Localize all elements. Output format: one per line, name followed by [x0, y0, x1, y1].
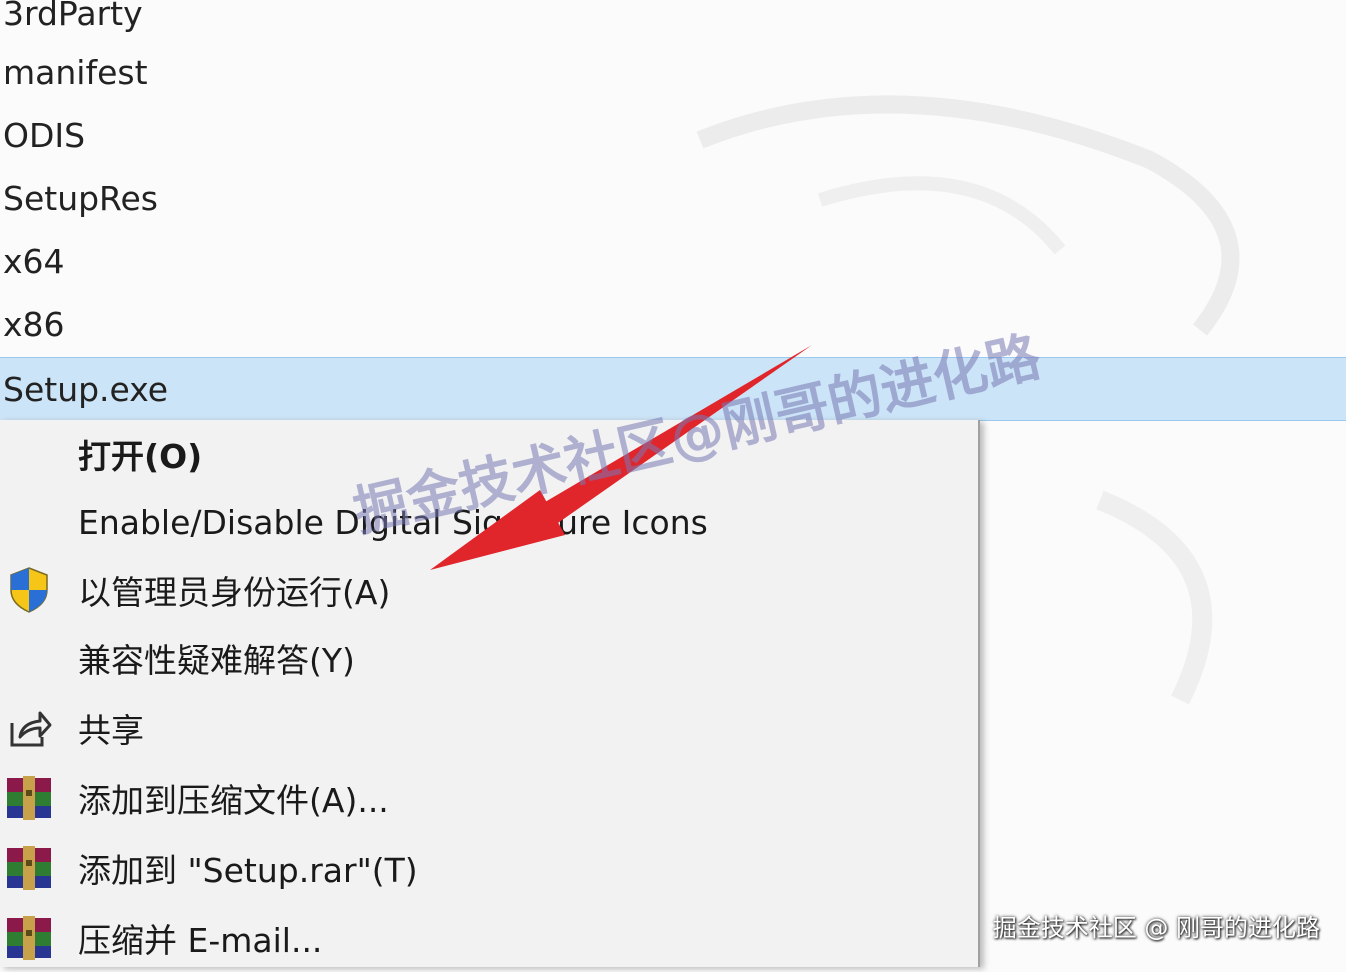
menu-item-digital-signature[interactable]: Enable/Disable Digital Signature Icons [0, 488, 976, 556]
file-item-3rdparty[interactable]: 3rdParty [0, 0, 1346, 45]
menu-item-label: 以管理员身份运行(A) [78, 573, 391, 612]
menu-item-run-as-admin[interactable]: 以管理员身份运行(A) [0, 556, 976, 624]
file-item-manifest[interactable]: manifest [0, 42, 1346, 104]
menu-item-open[interactable]: 打开(O) [0, 420, 976, 488]
context-menu: 打开(O) Enable/Disable Digital Signature I… [0, 420, 980, 967]
file-item-setup-exe[interactable]: Setup.exe [0, 357, 1346, 421]
file-item-setupres[interactable]: SetupRes [0, 168, 1346, 230]
file-item-odis[interactable]: ODIS [0, 105, 1346, 167]
winrar-icon [4, 843, 54, 893]
menu-item-compress-email[interactable]: 压缩并 E-mail... [0, 904, 976, 972]
menu-item-add-to-archive[interactable]: 添加到压缩文件(A)... [0, 764, 976, 832]
menu-item-label: 压缩并 E-mail... [78, 921, 323, 960]
menu-item-label: 共享 [78, 711, 144, 750]
winrar-icon [4, 773, 54, 823]
menu-item-compatibility[interactable]: 兼容性疑难解答(Y) [0, 624, 976, 692]
uac-shield-icon [4, 565, 54, 615]
menu-item-share[interactable]: 共享 [0, 694, 976, 762]
menu-item-add-to-setup-rar[interactable]: 添加到 "Setup.rar"(T) [0, 834, 976, 902]
menu-item-label: 兼容性疑难解答(Y) [78, 641, 355, 680]
winrar-icon [4, 913, 54, 963]
file-item-x64[interactable]: x64 [0, 231, 1346, 293]
file-item-x86[interactable]: x86 [0, 294, 1346, 356]
menu-item-label: 打开(O) [78, 437, 203, 476]
menu-item-label: 添加到压缩文件(A)... [78, 781, 389, 820]
share-icon [4, 703, 54, 753]
menu-item-label: 添加到 "Setup.rar"(T) [78, 851, 418, 890]
watermark-corner: 掘金技术社区 @ 刚哥的进化路 [992, 914, 1320, 942]
menu-item-label: Enable/Disable Digital Signature Icons [78, 502, 708, 542]
